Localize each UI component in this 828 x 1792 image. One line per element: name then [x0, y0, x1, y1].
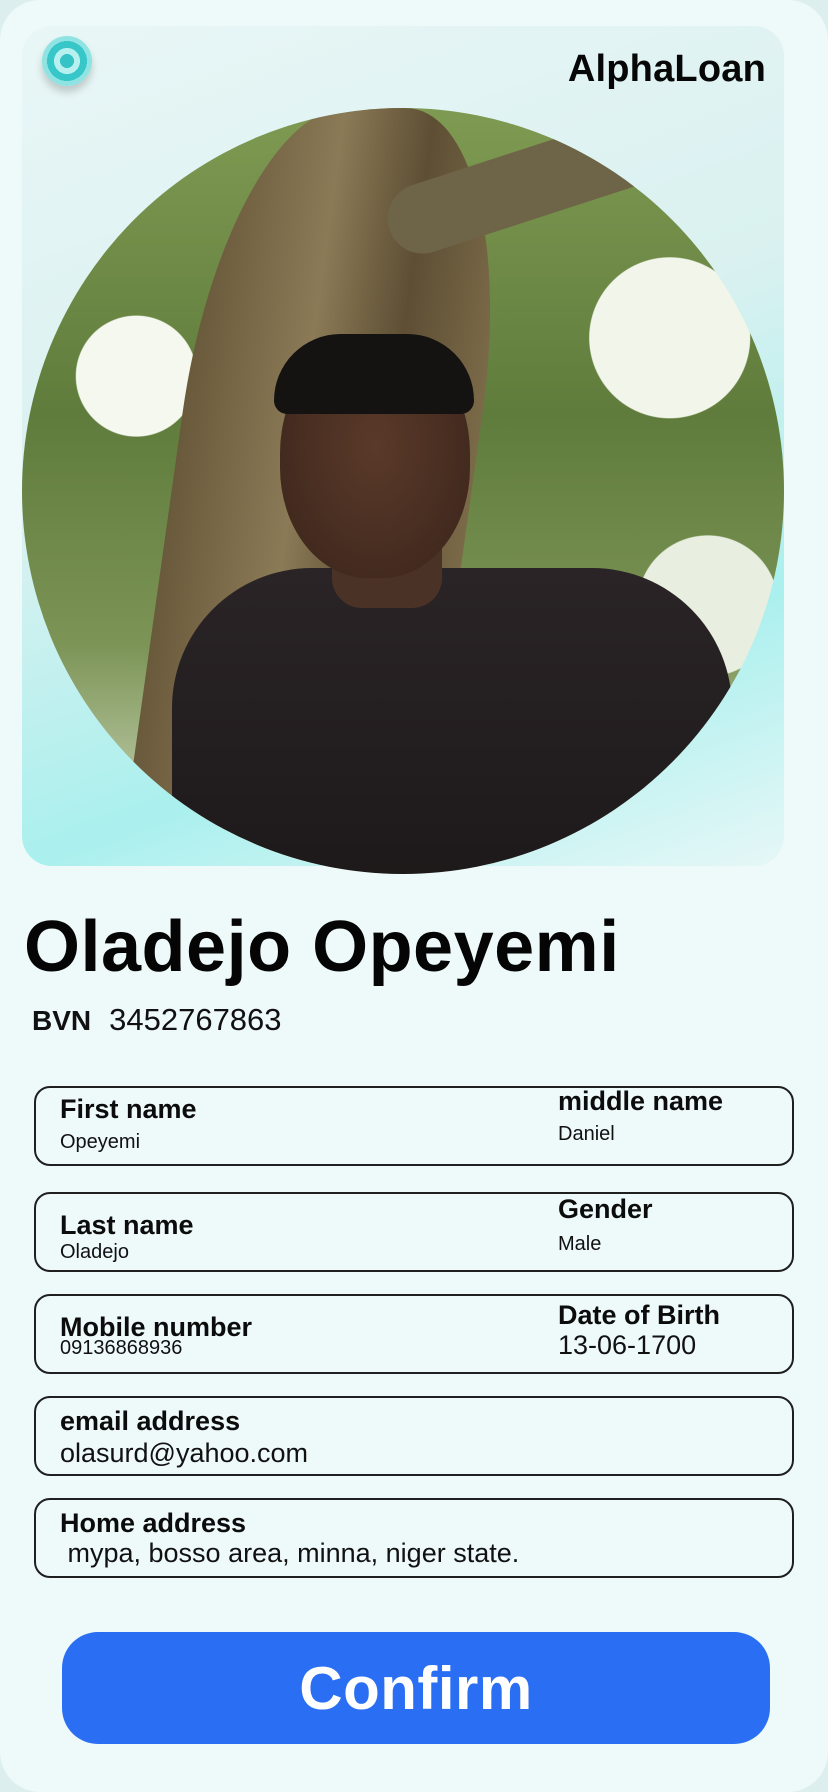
- bvn-row: BVN 3452767863: [32, 1002, 282, 1038]
- gender-label: Gender: [558, 1194, 653, 1224]
- name-card[interactable]: First name Opeyemi middle name Daniel: [34, 1086, 794, 1166]
- person-hair: [274, 334, 474, 414]
- person-shirt: [172, 568, 732, 874]
- dob-value: 13-06-1700: [558, 1330, 697, 1360]
- bvn-label: BVN: [32, 1005, 92, 1036]
- dob-field: Date of Birth 13-06-1700: [558, 1300, 720, 1360]
- address-value: mypa, bosso area, minna, niger state.: [60, 1538, 520, 1568]
- last-name-field: Last name Oladejo: [60, 1210, 194, 1264]
- confirm-button[interactable]: Confirm: [62, 1632, 770, 1744]
- last-name-label: Last name: [60, 1210, 194, 1240]
- bvn-value: 3452767863: [109, 1002, 282, 1037]
- first-name-value: Opeyemi: [60, 1131, 141, 1153]
- app-brand: AlphaLoan: [567, 48, 766, 90]
- gender-value: Male: [558, 1233, 602, 1255]
- first-name-field: First name Opeyemi: [60, 1094, 197, 1154]
- profile-photo: [22, 108, 784, 874]
- mobile-dob-card[interactable]: Mobile number 09136868936 Date of Birth …: [34, 1294, 794, 1374]
- email-field: email address olasurd@yahoo.com: [60, 1406, 308, 1468]
- user-full-name: Oladejo Opeyemi: [24, 907, 620, 987]
- profile-screen: AlphaLoan Oladejo Opeyemi BVN 3452767863…: [0, 0, 828, 1792]
- email-card[interactable]: email address olasurd@yahoo.com: [34, 1396, 794, 1476]
- address-field: Home address mypa, bosso area, minna, ni…: [60, 1508, 519, 1568]
- target-logo-icon[interactable]: [42, 36, 92, 86]
- middle-name-label: middle name: [558, 1086, 724, 1116]
- address-card[interactable]: Home address mypa, bosso area, minna, ni…: [34, 1498, 794, 1578]
- email-label: email address: [60, 1406, 241, 1436]
- address-label: Home address: [60, 1508, 247, 1538]
- email-value: olasurd@yahoo.com: [60, 1438, 309, 1468]
- lastname-gender-card[interactable]: Last name Oladejo Gender Male: [34, 1192, 794, 1272]
- mobile-field: Mobile number 09136868936: [60, 1312, 252, 1360]
- first-name-label: First name: [60, 1094, 197, 1124]
- middle-name-value: Daniel: [558, 1123, 615, 1145]
- middle-name-field: middle name Daniel: [558, 1086, 723, 1146]
- dob-label: Date of Birth: [558, 1300, 720, 1330]
- gender-field: Gender Male: [558, 1194, 653, 1256]
- last-name-value: Oladejo: [60, 1241, 129, 1263]
